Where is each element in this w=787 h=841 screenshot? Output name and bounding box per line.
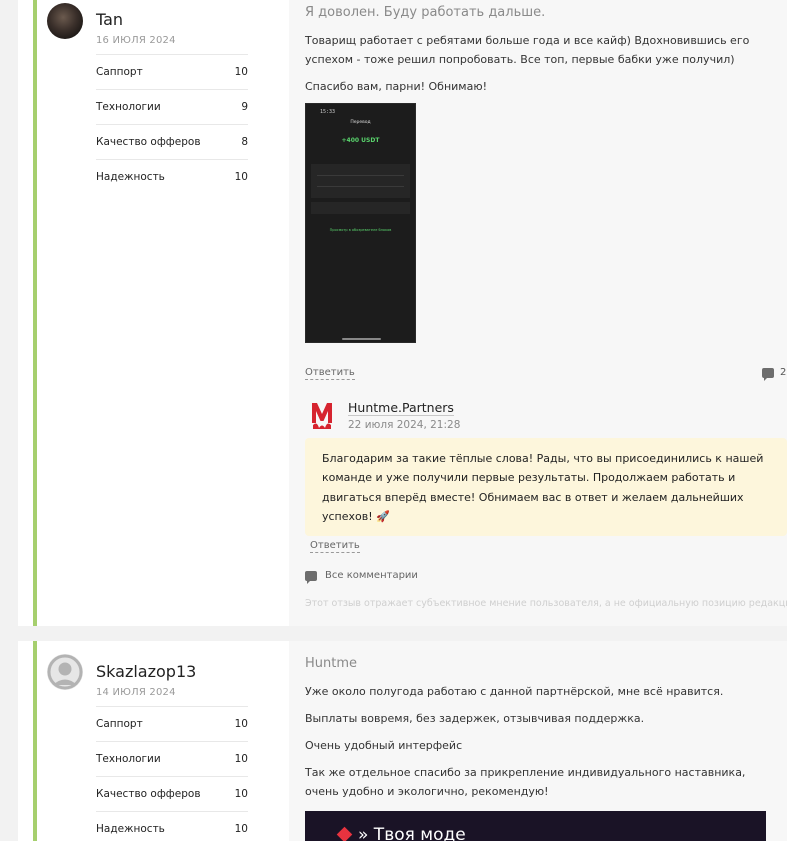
review-card: Tan 16 ИЮЛЯ 2024 Саппорт 10 Технологии 9 К… bbox=[18, 0, 787, 626]
rating-row: Качество офферов 8 bbox=[96, 124, 248, 159]
divider bbox=[317, 186, 404, 187]
diamond-icon bbox=[336, 826, 353, 841]
rating-row: Саппорт 10 bbox=[96, 54, 248, 89]
review-paragraph: Так же отдельное спасибо за прикрепление… bbox=[305, 766, 746, 798]
rating-row: Технологии 10 bbox=[96, 741, 248, 776]
reply-to-reply-button[interactable]: Ответить bbox=[310, 540, 360, 553]
screenshot-fee bbox=[311, 202, 410, 214]
rating-value: 8 bbox=[241, 136, 248, 148]
rating-label: Надежность bbox=[96, 823, 165, 835]
review-disclaimer: Этот отзыв отражает субъективное мнение … bbox=[305, 598, 787, 609]
review-paragraph: Спасибо вам, парни! Обнимаю! bbox=[305, 80, 487, 93]
screenshot-details bbox=[311, 164, 410, 198]
rating-label: Саппорт bbox=[96, 66, 143, 78]
comments-icon bbox=[305, 570, 317, 584]
review-date: 16 ИЮЛЯ 2024 bbox=[96, 35, 176, 46]
rating-value: 10 bbox=[234, 753, 248, 765]
review-author-panel: Skazlazop13 14 ИЮЛЯ 2024 Саппорт 10 Техно… bbox=[37, 641, 289, 841]
rating-value: 10 bbox=[234, 823, 248, 835]
review-card: Skazlazop13 14 ИЮЛЯ 2024 Саппорт 10 Техно… bbox=[18, 641, 787, 841]
comment-count-value: 2 bbox=[780, 367, 787, 378]
ratings-list: Саппорт 10 Технологии 9 Качество офферов 8 … bbox=[96, 54, 248, 194]
rating-label: Качество офферов bbox=[96, 136, 201, 148]
screenshot-link: Просмотр в обозревателе блоков bbox=[329, 228, 392, 232]
review-author-panel: Tan 16 ИЮЛЯ 2024 Саппорт 10 Технологии 9 К… bbox=[37, 0, 289, 626]
screenshot-title: Перевод bbox=[350, 120, 371, 125]
rating-label: Саппорт bbox=[96, 718, 143, 730]
rating-value: 10 bbox=[234, 66, 248, 78]
avatar[interactable] bbox=[47, 654, 83, 690]
promo-image[interactable]: » Твоя моде bbox=[305, 811, 766, 841]
review-paragraph: Товарищ работает с ребятами больше года … bbox=[305, 34, 750, 66]
author-name[interactable]: Skazlazop13 bbox=[96, 662, 196, 681]
attached-screenshot[interactable]: 15:33 Перевод +400 USDT Просмотр в обозр… bbox=[305, 103, 416, 343]
reply-button[interactable]: Ответить bbox=[305, 367, 355, 380]
screenshot-amount: +400 USDT bbox=[341, 137, 380, 144]
rating-value: 10 bbox=[234, 171, 248, 183]
all-comments-link[interactable]: Все комментарии bbox=[305, 570, 418, 584]
review-content: Я доволен. Буду работать дальше. Товарищ… bbox=[289, 0, 787, 626]
rating-row: Качество офферов 10 bbox=[96, 776, 248, 811]
screenshot-time: 15:33 bbox=[320, 109, 336, 115]
review-paragraph: Выплаты вовремя, без задержек, отзывчива… bbox=[305, 712, 645, 725]
comment-icon bbox=[762, 367, 774, 381]
rating-label: Технологии bbox=[96, 101, 161, 113]
review-date: 14 ИЮЛЯ 2024 bbox=[96, 687, 176, 698]
all-comments-label: Все комментарии bbox=[325, 570, 418, 581]
rating-row: Технологии 9 bbox=[96, 89, 248, 124]
rating-value: 9 bbox=[241, 101, 248, 113]
rating-label: Технологии bbox=[96, 753, 161, 765]
rating-label: Качество офферов bbox=[96, 788, 201, 800]
rating-row: Саппорт 10 bbox=[96, 706, 248, 741]
author-name[interactable]: Tan bbox=[96, 10, 123, 29]
review-paragraph: Очень удобный интерфейс bbox=[305, 739, 463, 752]
reply-author-name[interactable]: Huntme.Partners bbox=[348, 400, 454, 416]
rating-value: 10 bbox=[234, 718, 248, 730]
review-title: Я доволен. Буду работать дальше. bbox=[305, 5, 546, 20]
promo-text: » Твоя моде bbox=[358, 825, 466, 841]
rating-row: Надежность 10 bbox=[96, 159, 248, 194]
review-content: Huntme Уже около полугода работаю с данн… bbox=[289, 641, 787, 841]
rating-value: 10 bbox=[234, 788, 248, 800]
review-paragraph: Уже около полугода работаю с данной парт… bbox=[305, 685, 724, 698]
huntme-logo-icon bbox=[312, 403, 332, 429]
rating-row: Надежность 10 bbox=[96, 811, 248, 841]
comment-count[interactable]: 2 bbox=[762, 367, 787, 381]
default-user-icon bbox=[47, 654, 83, 690]
rating-label: Надежность bbox=[96, 171, 165, 183]
ratings-list: Саппорт 10 Технологии 10 Качество офферов 1… bbox=[96, 706, 248, 841]
reply-text: Благодарим за такие тёплые слова! Рады, … bbox=[305, 438, 787, 536]
reviews-page: Tan 16 ИЮЛЯ 2024 Саппорт 10 Технологии 9 К… bbox=[0, 0, 787, 841]
review-title: Huntme bbox=[305, 656, 358, 671]
reply-date: 22 июля 2024, 21:28 bbox=[348, 419, 461, 431]
avatar[interactable] bbox=[47, 3, 83, 39]
home-indicator bbox=[342, 338, 381, 340]
divider bbox=[317, 175, 404, 176]
